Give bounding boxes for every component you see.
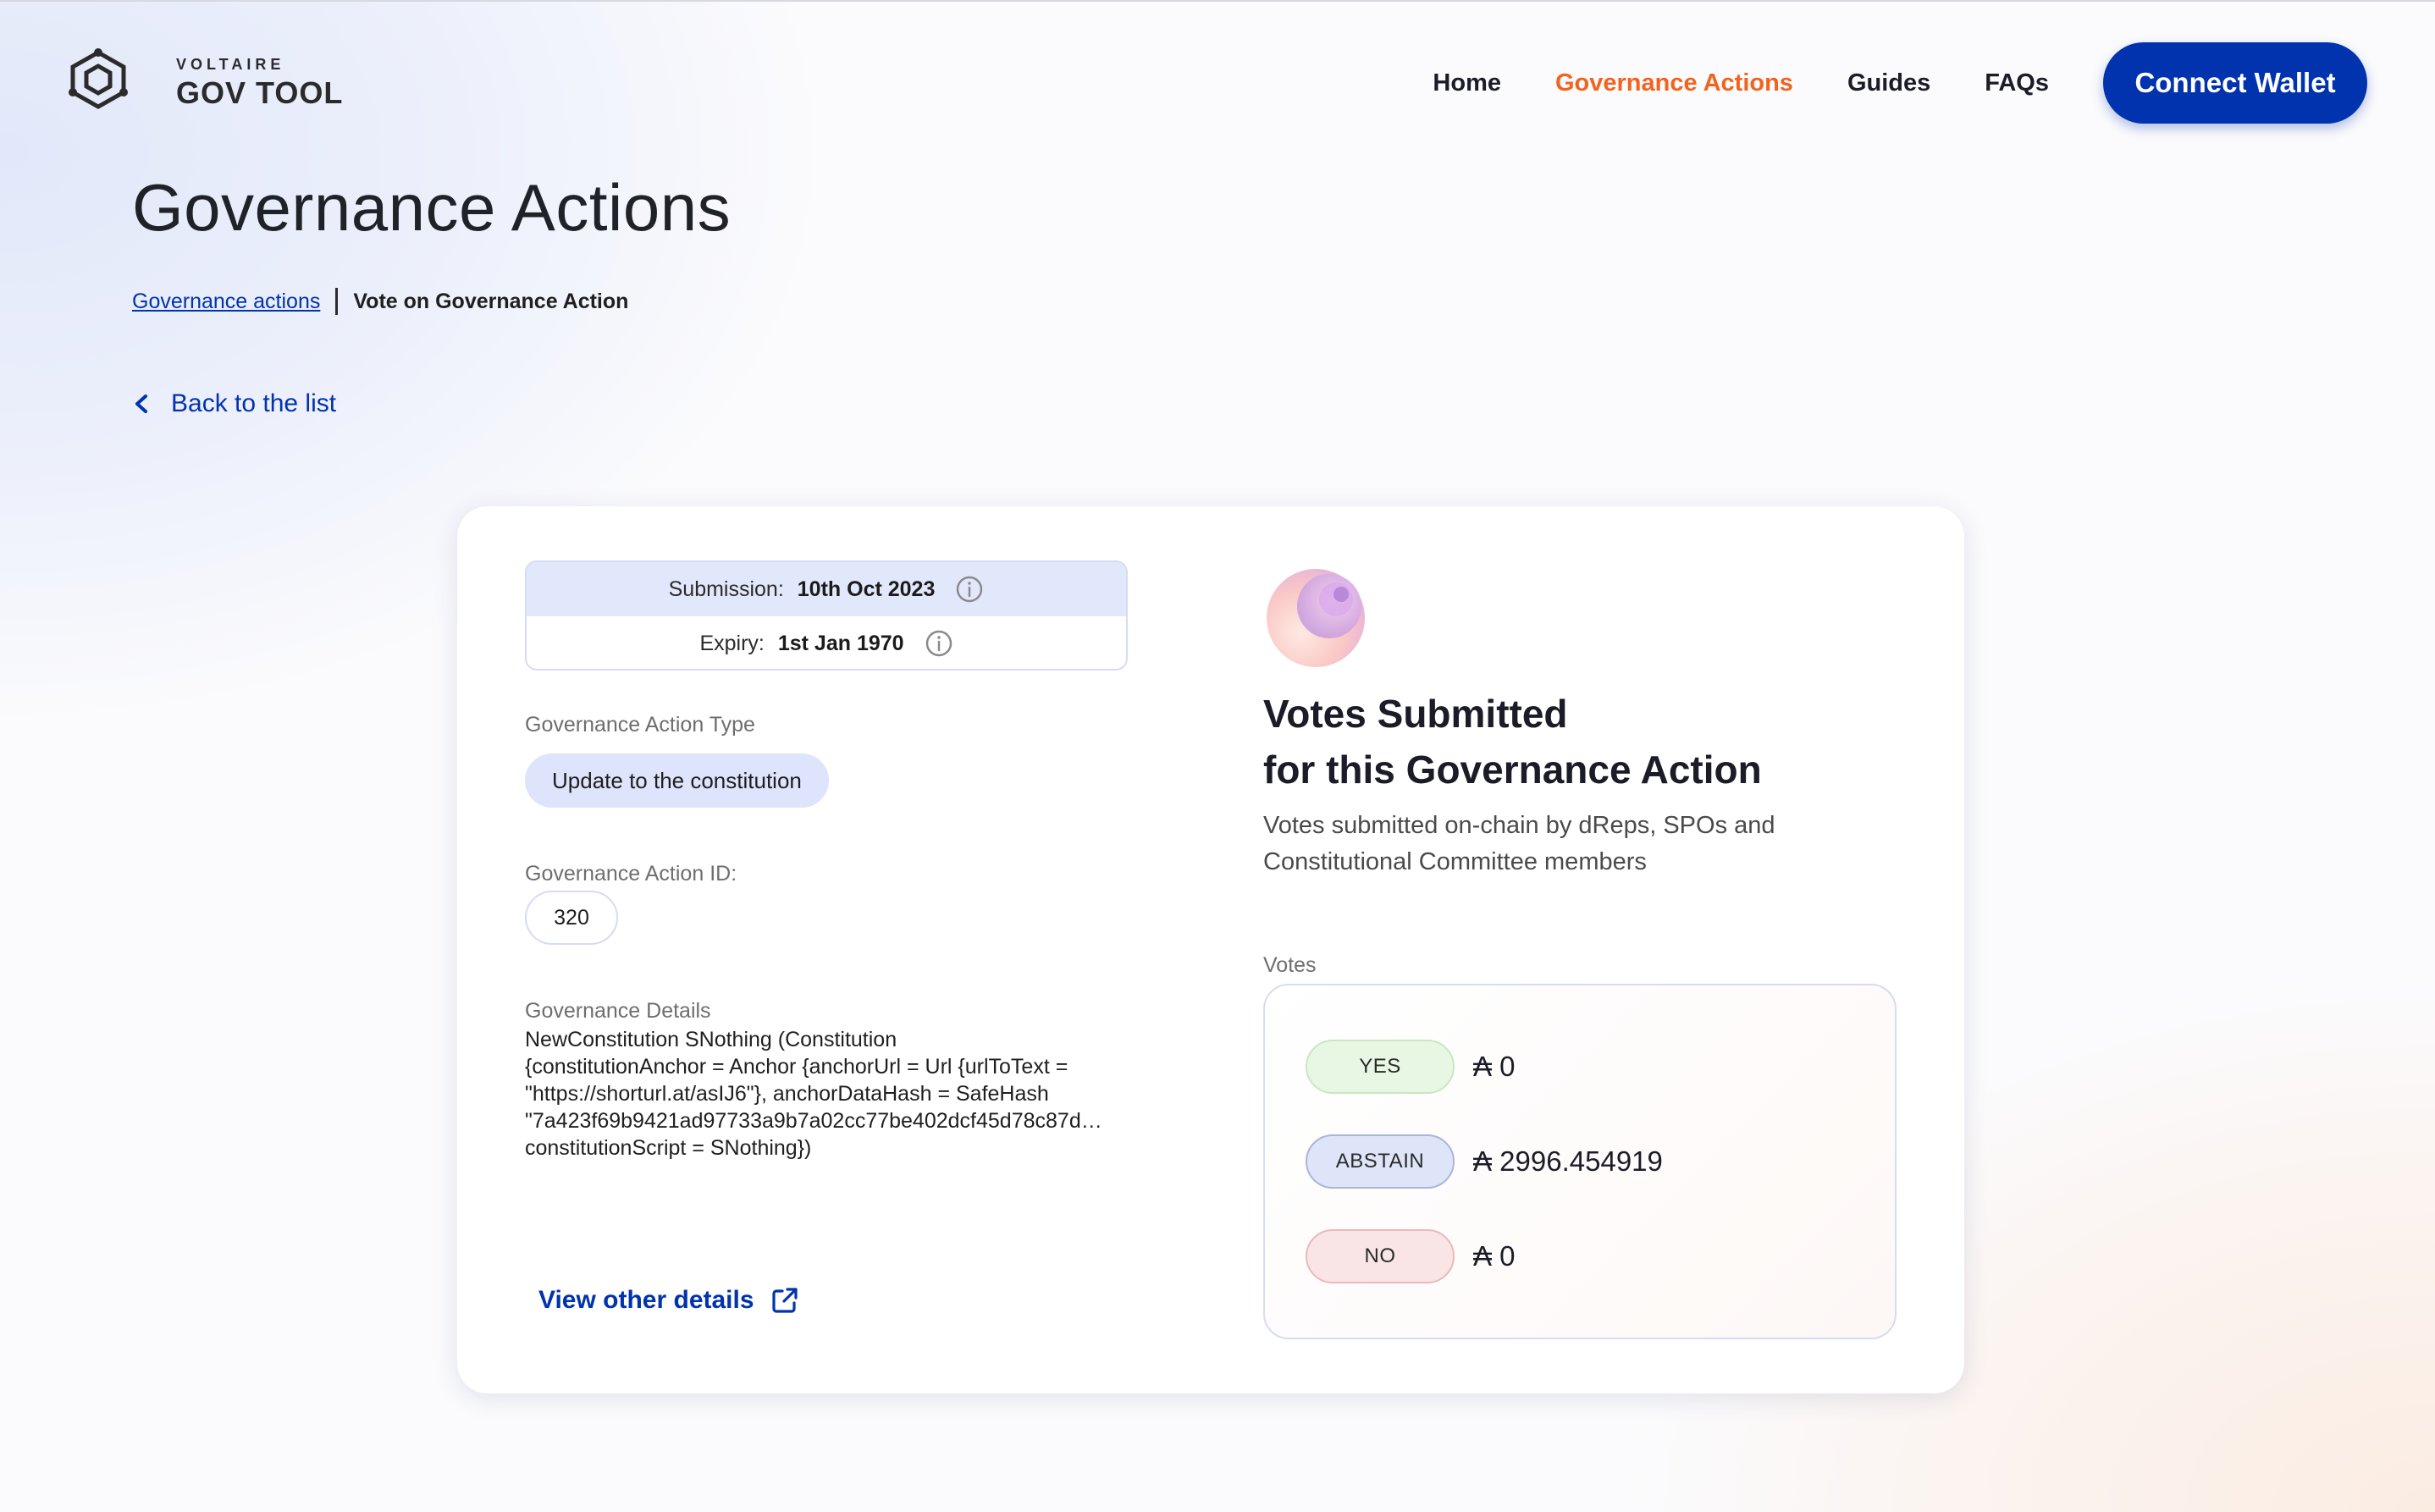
- details-line: "https://shorturl.at/asIJ6"}, anchorData…: [525, 1082, 1049, 1106]
- nav-guides[interactable]: Guides: [1847, 69, 1930, 97]
- info-icon[interactable]: [955, 575, 984, 604]
- dates-box: Submission: 10th Oct 2023 Expiry: 1st Ja…: [525, 560, 1128, 670]
- votes-box: YES ₳ 0 ABSTAIN ₳ 2996.454919 NO ₳ 0: [1263, 984, 1897, 1339]
- details-line: {constitutionAnchor = Anchor {anchorUrl …: [525, 1055, 1068, 1079]
- nav-governance-actions[interactable]: Governance Actions: [1555, 69, 1793, 97]
- view-other-details-label: View other details: [538, 1286, 754, 1314]
- voltaire-logo-icon: [69, 48, 128, 109]
- votes-description: Votes submitted on-chain by dReps, SPOs …: [1263, 812, 1775, 875]
- action-type-pill: Update to the constitution: [525, 753, 829, 808]
- breadcrumb-governance-actions-link[interactable]: Governance actions: [132, 290, 320, 314]
- submission-date: 10th Oct 2023: [797, 577, 936, 601]
- votes-title: Votes Submitted for this Governance Acti…: [1263, 686, 1762, 797]
- vote-yes-pill: YES: [1306, 1040, 1455, 1094]
- info-icon[interactable]: [925, 629, 953, 658]
- action-type-label: Governance Action Type: [525, 713, 755, 737]
- expiry-date: 1st Jan 1970: [777, 631, 904, 655]
- action-id-pill: 320: [525, 891, 618, 945]
- header: VOLTAIRE GOV TOOL Home Governance Action…: [0, 0, 2435, 166]
- nav-faqs[interactable]: FAQs: [1985, 69, 2049, 97]
- breadcrumb-separator: [335, 288, 339, 315]
- vote-abstain-amount: ₳ 2996.454919: [1473, 1145, 1663, 1177]
- back-to-list-label: Back to the list: [171, 389, 337, 417]
- breadcrumb-current: Vote on Governance Action: [353, 289, 629, 313]
- connect-wallet-button[interactable]: Connect Wallet: [2103, 42, 2367, 124]
- back-to-list-link[interactable]: Back to the list: [129, 389, 336, 418]
- vote-row-no: NO ₳ 0: [1306, 1229, 1516, 1283]
- breadcrumb: Governance actions Vote on Governance Ac…: [132, 288, 628, 315]
- vote-abstain-pill: ABSTAIN: [1306, 1134, 1455, 1189]
- expiry-row: Expiry: 1st Jan 1970: [527, 616, 1126, 669]
- external-link-icon: [771, 1288, 798, 1313]
- vote-no-amount: ₳ 0: [1473, 1240, 1516, 1272]
- votes-title-line1: Votes Submitted: [1263, 692, 1568, 736]
- vote-row-abstain: ABSTAIN ₳ 2996.454919: [1306, 1134, 1663, 1189]
- expiry-label: Expiry:: [699, 631, 765, 655]
- vote-yes-amount: ₳ 0: [1473, 1051, 1516, 1082]
- submission-label: Submission:: [668, 577, 784, 601]
- action-id-label: Governance Action ID:: [525, 862, 737, 886]
- vote-no-pill: NO: [1306, 1229, 1455, 1283]
- details-line: "7a423f69b9421ad97733a9b7a02cc77be402dcf…: [525, 1109, 1102, 1133]
- page-title: Governance Actions: [132, 170, 732, 245]
- logo-text: VOLTAIRE GOV TOOL: [176, 56, 343, 111]
- main-nav: Home Governance Actions Guides FAQs Conn…: [1433, 42, 2367, 124]
- nav-home[interactable]: Home: [1433, 69, 1501, 97]
- logo[interactable]: VOLTAIRE GOV TOOL: [63, 47, 342, 112]
- governance-action-card: Submission: 10th Oct 2023 Expiry: 1st Ja…: [457, 506, 1964, 1393]
- details-label: Governance Details: [525, 999, 711, 1023]
- brand-bottom: GOV TOOL: [176, 75, 344, 110]
- votes-title-line2: for this Governance Action: [1263, 748, 1762, 792]
- details-line: NewConstitution SNothing (Constitution: [525, 1028, 897, 1051]
- votes-blob-icon: [1267, 569, 1365, 667]
- details-line: constitutionScript = SNothing}): [525, 1136, 812, 1160]
- submission-row: Submission: 10th Oct 2023: [527, 562, 1126, 616]
- view-other-details-link[interactable]: View other details: [538, 1285, 800, 1316]
- vote-row-yes: YES ₳ 0: [1306, 1040, 1516, 1094]
- governance-details-text: NewConstitution SNothing (Constitution {…: [525, 1026, 1135, 1162]
- brand-top: VOLTAIRE: [176, 56, 285, 73]
- votes-label: Votes: [1263, 953, 1317, 977]
- chevron-left-icon: [135, 395, 147, 413]
